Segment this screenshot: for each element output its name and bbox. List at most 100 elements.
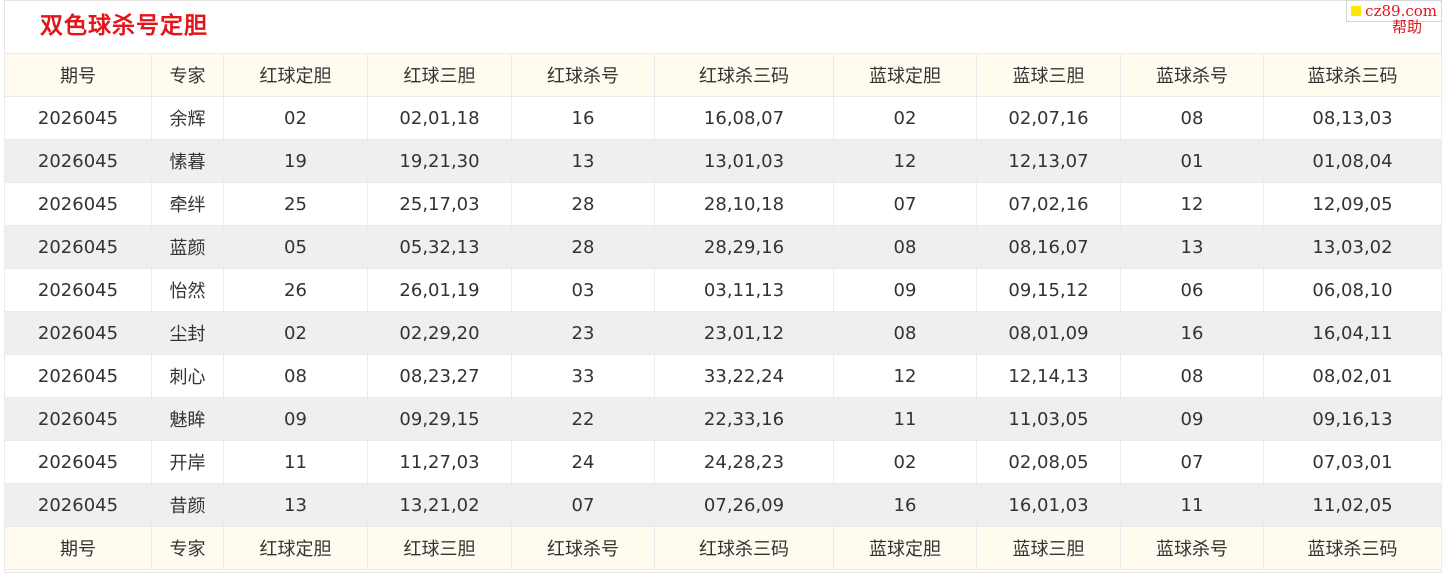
header-red-kill: 红球杀号 — [511, 53, 655, 97]
cell-period: 2026045 — [4, 397, 152, 441]
cell-blue-kill-three: 16,04,11 — [1263, 311, 1442, 355]
header-red-kill-three: 红球杀三码 — [654, 53, 834, 97]
cell-expert[interactable]: 魅眸 — [151, 397, 224, 441]
table-row: 2026045 魅眸 09 09,29,15 22 22,33,16 11 11,03,05 0… — [4, 397, 1442, 441]
cell-red-kill-three: 13,01,03 — [654, 139, 834, 183]
cell-red-dan: 09 — [223, 397, 368, 441]
cell-red-three-dan: 11,27,03 — [367, 440, 512, 484]
cell-blue-three-dan: 11,03,05 — [976, 397, 1121, 441]
footer-period: 期号 — [4, 526, 152, 570]
cell-red-dan: 11 — [223, 440, 368, 484]
cell-red-kill: 28 — [511, 182, 655, 226]
cell-red-three-dan: 25,17,03 — [367, 182, 512, 226]
cell-red-dan: 13 — [223, 483, 368, 527]
cell-expert[interactable]: 尘封 — [151, 311, 224, 355]
footer-red-dan: 红球定胆 — [223, 526, 368, 570]
table-row: 2026045 刺心 08 08,23,27 33 33,22,24 12 12,14,13 0… — [4, 354, 1442, 398]
cell-blue-dan: 02 — [833, 96, 977, 140]
cell-period: 2026045 — [4, 483, 152, 527]
cell-blue-three-dan: 02,07,16 — [976, 96, 1121, 140]
table-row: 2026045 尘封 02 02,29,20 23 23,01,12 08 08,01,09 1… — [4, 311, 1442, 355]
cell-red-kill: 22 — [511, 397, 655, 441]
footer-blue-kill-three: 蓝球杀三码 — [1263, 526, 1442, 570]
cell-red-three-dan: 13,21,02 — [367, 483, 512, 527]
cell-red-dan: 08 — [223, 354, 368, 398]
cell-expert[interactable]: 愫暮 — [151, 139, 224, 183]
table-row: 2026045 昔颜 13 13,21,02 07 07,26,09 16 16,01,03 1… — [4, 483, 1442, 527]
cell-blue-kill-three: 13,03,02 — [1263, 225, 1442, 269]
table-row: 2026045 怡然 26 26,01,19 03 03,11,13 09 09,15,12 0… — [4, 268, 1442, 312]
cell-red-kill-three: 23,01,12 — [654, 311, 834, 355]
cell-blue-three-dan: 08,16,07 — [976, 225, 1121, 269]
cell-red-kill-three: 24,28,23 — [654, 440, 834, 484]
cell-period: 2026045 — [4, 96, 152, 140]
cell-blue-dan: 08 — [833, 311, 977, 355]
cell-blue-kill-three: 09,16,13 — [1263, 397, 1442, 441]
cell-blue-kill: 08 — [1120, 96, 1264, 140]
cell-red-kill: 28 — [511, 225, 655, 269]
cell-red-kill-three: 16,08,07 — [654, 96, 834, 140]
cell-expert[interactable]: 牵绊 — [151, 182, 224, 226]
cell-period: 2026045 — [4, 354, 152, 398]
cell-red-three-dan: 09,29,15 — [367, 397, 512, 441]
cell-red-kill-three: 22,33,16 — [654, 397, 834, 441]
cell-red-kill-three: 28,10,18 — [654, 182, 834, 226]
cell-expert[interactable]: 余辉 — [151, 96, 224, 140]
cell-blue-three-dan: 09,15,12 — [976, 268, 1121, 312]
cell-red-kill: 13 — [511, 139, 655, 183]
cell-blue-dan: 07 — [833, 182, 977, 226]
table-header-row: 期号 专家 红球定胆 红球三胆 红球杀号 红球杀三码 蓝球定胆 蓝球三胆 蓝球杀号 蓝球杀三码 — [4, 53, 1442, 97]
cell-red-kill: 07 — [511, 483, 655, 527]
cell-red-kill-three: 03,11,13 — [654, 268, 834, 312]
table-row: 2026045 开岸 11 11,27,03 24 24,28,23 02 02,08,05 0… — [4, 440, 1442, 484]
cell-period: 2026045 — [4, 225, 152, 269]
cell-blue-dan: 02 — [833, 440, 977, 484]
header-blue-three-dan: 蓝球三胆 — [976, 53, 1121, 97]
cell-period: 2026045 — [4, 139, 152, 183]
cell-blue-dan: 08 — [833, 225, 977, 269]
table-row: 2026045 余辉 02 02,01,18 16 16,08,07 02 02,07,16 0… — [4, 96, 1442, 140]
cell-blue-kill-three: 12,09,05 — [1263, 182, 1442, 226]
cell-blue-kill: 01 — [1120, 139, 1264, 183]
cell-red-dan: 02 — [223, 311, 368, 355]
cell-red-three-dan: 26,01,19 — [367, 268, 512, 312]
cell-red-three-dan: 02,29,20 — [367, 311, 512, 355]
table-footer-row: 期号 专家 红球定胆 红球三胆 红球杀号 红球杀三码 蓝球定胆 蓝球三胆 蓝球杀号 蓝球杀三码 — [4, 526, 1442, 570]
cell-red-kill-three: 33,22,24 — [654, 354, 834, 398]
help-link[interactable]: 帮助 — [1392, 17, 1422, 37]
cell-blue-dan: 12 — [833, 354, 977, 398]
cell-red-dan: 02 — [223, 96, 368, 140]
footer-blue-kill: 蓝球杀号 — [1120, 526, 1264, 570]
cell-red-kill: 03 — [511, 268, 655, 312]
cell-period: 2026045 — [4, 440, 152, 484]
cell-red-kill: 23 — [511, 311, 655, 355]
cell-red-dan: 05 — [223, 225, 368, 269]
cell-blue-dan: 11 — [833, 397, 977, 441]
cell-blue-dan: 09 — [833, 268, 977, 312]
footer-red-kill: 红球杀号 — [511, 526, 655, 570]
cell-red-three-dan: 08,23,27 — [367, 354, 512, 398]
cell-red-kill-three: 07,26,09 — [654, 483, 834, 527]
footer-expert: 专家 — [151, 526, 224, 570]
cell-blue-kill-three: 06,08,10 — [1263, 268, 1442, 312]
footer-red-three-dan: 红球三胆 — [367, 526, 512, 570]
cell-expert[interactable]: 刺心 — [151, 354, 224, 398]
cell-blue-kill-three: 01,08,04 — [1263, 139, 1442, 183]
cell-blue-kill: 07 — [1120, 440, 1264, 484]
cell-red-kill: 16 — [511, 96, 655, 140]
cell-expert[interactable]: 昔颜 — [151, 483, 224, 527]
cell-blue-kill: 06 — [1120, 268, 1264, 312]
footer-red-kill-three: 红球杀三码 — [654, 526, 834, 570]
table-row: 2026045 愫暮 19 19,21,30 13 13,01,03 12 12,13,07 0… — [4, 139, 1442, 183]
cell-expert[interactable]: 怡然 — [151, 268, 224, 312]
cell-red-three-dan: 19,21,30 — [367, 139, 512, 183]
header-expert: 专家 — [151, 53, 224, 97]
cell-red-kill: 33 — [511, 354, 655, 398]
cell-blue-dan: 16 — [833, 483, 977, 527]
cell-blue-three-dan: 07,02,16 — [976, 182, 1121, 226]
cell-expert[interactable]: 开岸 — [151, 440, 224, 484]
header-blue-dan: 蓝球定胆 — [833, 53, 977, 97]
cell-expert[interactable]: 蓝颜 — [151, 225, 224, 269]
cell-blue-three-dan: 08,01,09 — [976, 311, 1121, 355]
cell-blue-kill: 16 — [1120, 311, 1264, 355]
